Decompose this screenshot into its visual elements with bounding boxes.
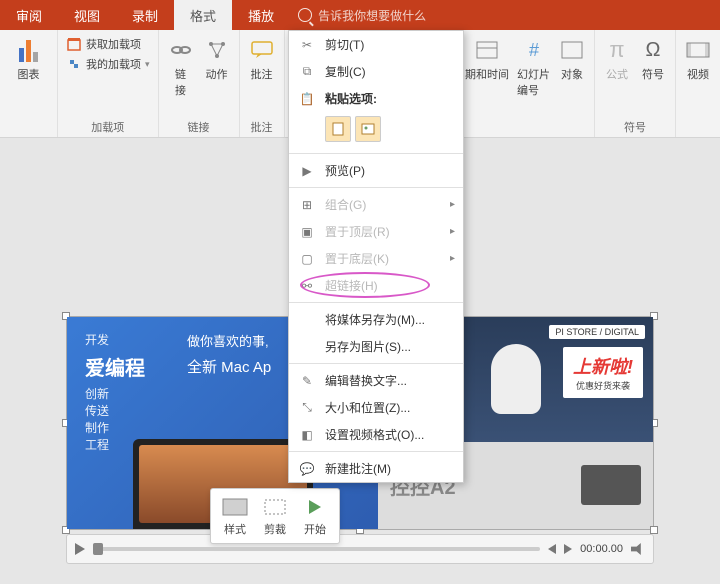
datetime-icon [473,36,501,64]
ctx-bring-front: ▣置于顶层(R)▸ [289,218,463,245]
seek-thumb[interactable] [93,543,103,555]
my-addins-button[interactable]: 我的加载项▾ [66,56,150,72]
video-start-button[interactable]: 开始 [301,495,329,537]
addins-icon [66,56,82,72]
tab-view[interactable]: 视图 [58,0,116,30]
comments-group-label: 批注 [251,119,273,135]
clipboard-icon [331,122,345,136]
video-button[interactable]: 视频 [684,36,712,82]
ctx-save-as-picture[interactable]: 另存为图片(S)... [289,333,463,360]
search-icon [298,8,312,22]
style-icon [221,495,249,519]
store-icon [66,36,82,52]
omega-icon: Ω [639,36,667,64]
send-back-icon: ▢ [299,251,315,267]
resize-handle[interactable] [650,526,658,534]
equation-button[interactable]: π 公式 [603,36,631,82]
datetime-button[interactable]: 期和时间 [465,36,509,82]
comment-button[interactable]: 批注 [248,36,276,82]
paste-option-1[interactable] [325,116,351,142]
ctx-paste-options-label: 📋粘贴选项: [289,85,463,112]
symbol-button[interactable]: Ω 符号 [639,36,667,82]
hash-icon: # [520,36,548,64]
video-mini-toolbar: 样式 剪裁 开始 [210,488,340,544]
get-addins-button[interactable]: 获取加载项 [66,36,150,52]
search-placeholder: 告诉我你想要做什么 [318,7,426,24]
trim-icon [261,495,289,519]
tab-review[interactable]: 审阅 [0,0,58,30]
ctx-group: ⊞组合(G)▸ [289,191,463,218]
volume-icon[interactable] [631,543,645,555]
ctx-edit-alt-text[interactable]: ✎编辑替换文字... [289,367,463,394]
ctx-format-video[interactable]: ◧设置视频格式(O)... [289,421,463,448]
ctx-copy[interactable]: ⧉复制(C) [289,58,463,85]
video-icon [684,36,712,64]
ctx-send-back: ▢置于底层(K)▸ [289,245,463,272]
action-icon [203,36,231,64]
comment-icon: 💬 [299,461,315,477]
tab-record[interactable]: 录制 [116,0,174,30]
prev-frame-button[interactable] [548,544,556,554]
alt-text-icon: ✎ [299,373,315,389]
ctx-new-comment[interactable]: 💬新建批注(M) [289,455,463,482]
ctx-cut[interactable]: ✂剪切(T) [289,31,463,58]
svg-text:#: # [528,40,538,60]
ctx-save-media-as[interactable]: 将媒体另存为(M)... [289,306,463,333]
bring-front-icon: ▣ [299,224,315,240]
paste-icon: 📋 [299,91,315,107]
chart-icon [19,38,38,62]
ctx-hyperlink: ⚯超链接(H) [289,272,463,299]
tab-play[interactable]: 播放 [232,0,290,30]
link-icon: ⚯ [299,278,315,294]
video-style-button[interactable]: 样式 [221,495,249,537]
menu-tabbar: 审阅 视图 录制 格式 播放 告诉我你想要做什么 [0,0,720,30]
time-display: 00:00.00 [580,543,623,555]
comment-icon [248,36,276,64]
context-menu: ✂剪切(T) ⧉复制(C) 📋粘贴选项: ▶预览(P) ⊞组合(G)▸ ▣置于顶… [288,30,464,483]
size-icon: ⤡ [299,400,315,416]
paste-option-2[interactable] [355,116,381,142]
video-player-bar: 00:00.00 [66,534,654,564]
copy-icon: ⧉ [299,64,315,80]
play-button[interactable] [75,543,85,555]
object-button[interactable]: 对象 [558,36,586,82]
chart-button[interactable]: 图表 [15,36,43,82]
video-trim-button[interactable]: 剪裁 [261,495,289,537]
pi-icon: π [603,36,631,64]
picture-icon [361,122,375,136]
play-icon: ▶ [299,163,315,179]
cut-icon: ✂ [299,37,315,53]
seek-track[interactable] [93,547,540,551]
next-frame-button[interactable] [564,544,572,554]
slide-number-button[interactable]: # 幻灯片 编号 [517,36,550,98]
links-group-label: 链接 [188,119,210,135]
play-icon [301,495,329,519]
format-icon: ◧ [299,427,315,443]
addins-group-label: 加载项 [91,119,124,135]
tab-format[interactable]: 格式 [174,0,232,30]
link-icon [167,36,195,64]
ctx-preview[interactable]: ▶预览(P) [289,157,463,184]
action-button[interactable]: 动作 [203,36,231,82]
ctx-size-position[interactable]: ⤡大小和位置(Z)... [289,394,463,421]
tell-me-search[interactable]: 告诉我你想要做什么 [298,7,426,24]
symbols-group-label: 符号 [624,119,646,135]
object-icon [558,36,586,64]
group-icon: ⊞ [299,197,315,213]
link-button[interactable]: 链接 [167,36,195,98]
